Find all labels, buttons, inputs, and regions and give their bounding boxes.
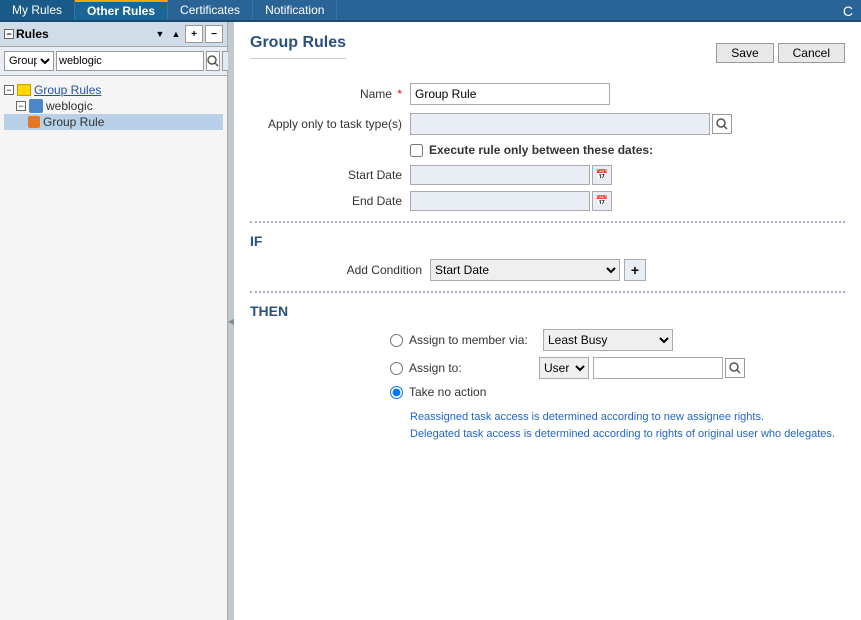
end-date-calendar-btn[interactable]: 📅: [592, 191, 612, 211]
top-navigation: My Rules Other Rules Certificates Notifi…: [0, 0, 861, 22]
take-no-action-row: Take no action: [390, 385, 845, 399]
assign-member-label: Assign to member via:: [409, 333, 539, 347]
assign-to-row: Assign to: User Group Role: [390, 357, 845, 379]
save-button[interactable]: Save: [716, 43, 773, 63]
apply-row: Apply only to task type(s): [250, 113, 845, 135]
rule-icon: [28, 116, 40, 128]
action-buttons: Save Cancel: [716, 43, 845, 63]
name-label: Name *: [250, 87, 410, 101]
assign-to-radio[interactable]: [390, 362, 403, 375]
apply-search-icon: [716, 118, 728, 130]
content-wrapper: Group Rules Save Cancel Name * Apply onl…: [250, 34, 845, 442]
if-label: IF: [250, 233, 845, 249]
add-condition-label: Add Condition: [330, 263, 430, 277]
assign-member-row: Assign to member via: Least Busy Round R…: [390, 329, 845, 351]
assign-to-type-select[interactable]: User Group Role: [539, 357, 589, 379]
tree-item-weblogic[interactable]: − weblogic: [4, 98, 223, 114]
assign-to-label: Assign to:: [409, 361, 539, 375]
search-icon-btn[interactable]: [206, 51, 220, 71]
take-no-action-radio[interactable]: [390, 386, 403, 399]
search-icon: [207, 55, 219, 67]
end-date-label: End Date: [250, 194, 410, 208]
content-area: Group Rules Save Cancel Name * Apply onl…: [234, 22, 861, 620]
add-condition-btn[interactable]: +: [624, 259, 646, 281]
tab-notification[interactable]: Notification: [253, 0, 337, 20]
sidebar-arrow-up[interactable]: ▲: [169, 25, 183, 43]
divider-then: [250, 291, 845, 293]
then-label: THEN: [250, 303, 845, 319]
condition-select[interactable]: Start Date End Date Priority Assignees: [430, 259, 620, 281]
tree-label-group-rule[interactable]: Group Rule: [43, 115, 104, 129]
close-btn[interactable]: C: [835, 0, 861, 20]
execute-dates-label: Execute rule only between these dates:: [429, 143, 653, 157]
name-row: Name *: [250, 83, 845, 105]
tree-item-group-rules[interactable]: − Group Rules: [4, 82, 223, 98]
divider-if: [250, 221, 845, 223]
tree-item-group-rule[interactable]: Group Rule: [4, 114, 223, 130]
start-date-calendar-btn[interactable]: 📅: [592, 165, 612, 185]
assign-search-icon: [729, 362, 741, 374]
info-line2: Delegated task access is determined acco…: [410, 426, 845, 443]
assign-member-select[interactable]: Least Busy Round Robin Random: [543, 329, 673, 351]
info-text: Reassigned task access is determined acc…: [410, 409, 845, 442]
sidebar-tree: − Group Rules − weblogic Group Rule: [0, 76, 227, 620]
expand-group-rules[interactable]: −: [4, 85, 14, 95]
search-input[interactable]: [56, 51, 204, 71]
apply-input[interactable]: [410, 113, 710, 135]
sidebar: − Rules ▼ ▲ + − Group User Go −: [0, 22, 228, 620]
main-layout: − Rules ▼ ▲ + − Group User Go −: [0, 22, 861, 620]
sidebar-add-btn[interactable]: +: [185, 25, 203, 43]
assign-to-search-btn[interactable]: [725, 358, 745, 378]
tab-certificates[interactable]: Certificates: [168, 0, 253, 20]
start-date-row: Start Date 📅: [250, 165, 845, 185]
start-date-label: Start Date: [250, 168, 410, 182]
sidebar-title: Rules: [16, 27, 151, 41]
name-required: *: [397, 87, 402, 101]
tree-label-weblogic[interactable]: weblogic: [46, 99, 93, 113]
start-date-input[interactable]: [410, 165, 590, 185]
assign-member-radio[interactable]: [390, 334, 403, 347]
folder-icon: [17, 84, 31, 96]
sidebar-remove-btn[interactable]: −: [205, 25, 223, 43]
sidebar-header: − Rules ▼ ▲ + −: [0, 22, 227, 47]
apply-label: Apply only to task type(s): [250, 117, 410, 131]
assign-to-user-input[interactable]: [593, 357, 723, 379]
end-date-row: End Date 📅: [250, 191, 845, 211]
sidebar-search: Group User Go: [0, 47, 227, 76]
search-filter-select[interactable]: Group User: [4, 51, 54, 71]
tree-label-group-rules[interactable]: Group Rules: [34, 83, 101, 97]
group-icon: [29, 99, 43, 113]
take-no-action-label: Take no action: [409, 385, 539, 399]
tab-other-rules[interactable]: Other Rules: [75, 0, 168, 20]
content-title: Group Rules: [250, 34, 346, 59]
sidebar-collapse-btn[interactable]: −: [4, 29, 14, 39]
end-date-input[interactable]: [410, 191, 590, 211]
condition-row: Add Condition Start Date End Date Priori…: [330, 259, 845, 281]
sidebar-arrow-down[interactable]: ▼: [153, 25, 167, 43]
tab-my-rules[interactable]: My Rules: [0, 0, 75, 20]
execute-dates-row: Execute rule only between these dates:: [410, 143, 845, 157]
cancel-button[interactable]: Cancel: [778, 43, 845, 63]
name-input[interactable]: [410, 83, 610, 105]
info-line1: Reassigned task access is determined acc…: [410, 409, 845, 426]
expand-weblogic[interactable]: −: [16, 101, 26, 111]
apply-search-btn[interactable]: [712, 114, 732, 134]
execute-dates-checkbox[interactable]: [410, 144, 423, 157]
